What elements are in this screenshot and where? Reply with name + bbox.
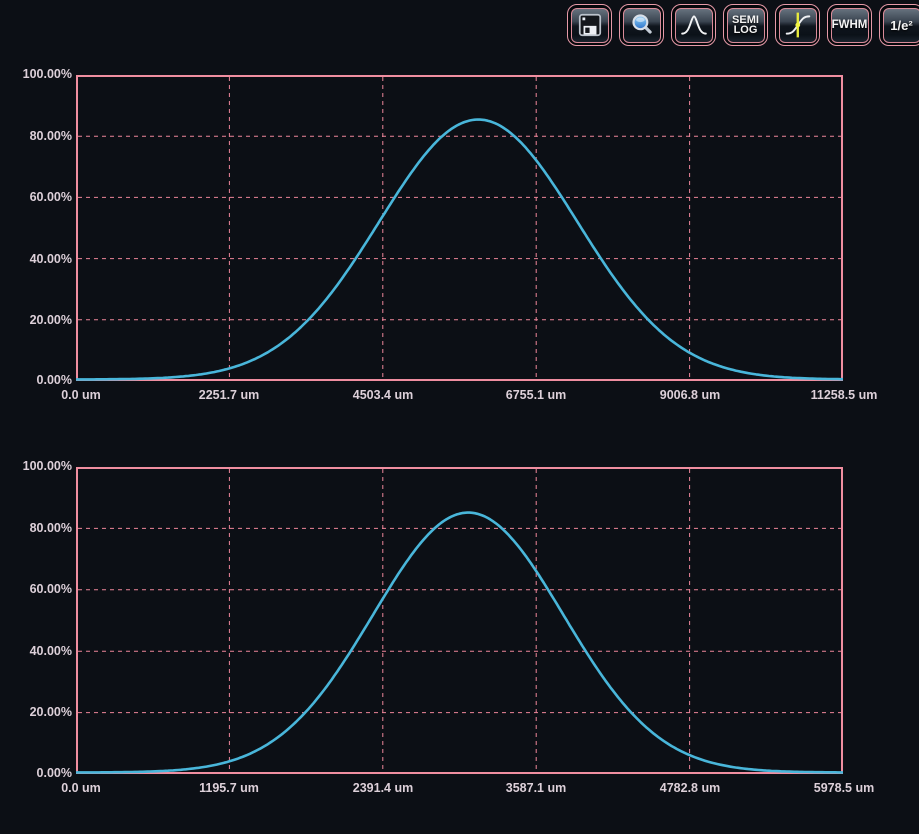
- x-tick-label: 2391.4 um: [318, 781, 448, 796]
- x-tick-label: 1195.7 um: [164, 781, 294, 796]
- y-tick-label: 80.00%: [4, 521, 72, 536]
- y-tick-label: 0.00%: [4, 766, 72, 781]
- gaussian-fit-button[interactable]: [671, 4, 716, 46]
- floppy-disk-icon: [576, 11, 604, 39]
- y-tick-label: 80.00%: [4, 129, 72, 144]
- toolbar: SEMI LOG FWHM 1/e²: [567, 4, 919, 46]
- magnifier-icon: [628, 11, 656, 39]
- x-tick-label: 2251.7 um: [164, 388, 294, 403]
- y-tick-label: 60.00%: [4, 582, 72, 597]
- x-tick-label: 0.0 um: [16, 781, 146, 796]
- x-tick-label: 0.0 um: [16, 388, 146, 403]
- x-tick-label: 5978.5 um: [779, 781, 909, 796]
- inverse-e-squared-label: 1/e²: [890, 18, 912, 33]
- fwhm-label: FWHM: [832, 19, 868, 31]
- x-tick-label: 4782.8 um: [625, 781, 755, 796]
- y-tick-label: 0.00%: [4, 373, 72, 388]
- semi-log-label: SEMI LOG: [732, 15, 759, 36]
- y-tick-label: 40.00%: [4, 252, 72, 267]
- x-tick-label: 11258.5 um: [779, 388, 909, 403]
- x-tick-label: 9006.8 um: [625, 388, 755, 403]
- profile-chart-2-plot-area[interactable]: [76, 467, 843, 774]
- y-tick-label: 20.00%: [4, 313, 72, 328]
- gaussian-curve-icon: [680, 11, 708, 39]
- inverse-e-squared-button[interactable]: 1/e²: [879, 4, 919, 46]
- y-tick-label: 100.00%: [4, 459, 72, 474]
- fwhm-button[interactable]: FWHM: [827, 4, 872, 46]
- y-tick-label: 40.00%: [4, 644, 72, 659]
- save-button[interactable]: [567, 4, 612, 46]
- zoom-button[interactable]: [619, 4, 664, 46]
- y-tick-label: 20.00%: [4, 705, 72, 720]
- knife-edge-icon: [784, 11, 812, 39]
- x-tick-label: 6755.1 um: [471, 388, 601, 403]
- semi-log-button[interactable]: SEMI LOG: [723, 4, 768, 46]
- knife-edge-button[interactable]: [775, 4, 820, 46]
- y-tick-label: 60.00%: [4, 190, 72, 205]
- x-tick-label: 4503.4 um: [318, 388, 448, 403]
- y-tick-label: 100.00%: [4, 67, 72, 82]
- x-tick-label: 3587.1 um: [471, 781, 601, 796]
- profile-chart-1-plot-area[interactable]: [76, 75, 843, 381]
